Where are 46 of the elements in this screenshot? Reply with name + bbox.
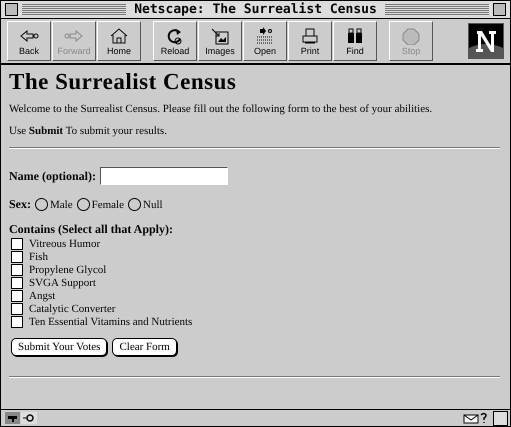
checkbox[interactable] [11, 316, 23, 328]
radio-button[interactable] [76, 198, 90, 211]
radio-label: Female [92, 198, 124, 210]
toolbar-button[interactable]: Reload [153, 21, 197, 61]
checkbox-label: SVGA Support [29, 276, 96, 288]
checkbox[interactable] [11, 264, 23, 276]
contains-label: Contains (Select all that Apply): [9, 222, 174, 237]
clear-button[interactable]: Clear Form [112, 338, 177, 356]
toolbar-button[interactable]: Images [198, 21, 242, 61]
mail-icon [463, 412, 489, 424]
netscape-logo-icon [468, 23, 504, 59]
checkbox-label: Catalytic Converter [29, 302, 116, 314]
zoom-box[interactable] [493, 3, 506, 16]
house-icon [108, 26, 130, 44]
checkbox-label: Angst [29, 290, 56, 302]
radio-button[interactable] [35, 198, 48, 211]
toolbar-button[interactable]: Open [243, 21, 287, 61]
page-heading: The Surrealist Census [9, 69, 238, 95]
checkbox[interactable] [11, 302, 23, 314]
checkbox-label: Ten Essential Vitamins and Nutrients [29, 316, 192, 328]
images-icon [209, 26, 231, 44]
intro-text: Welcome to the Surrealist Census. Please fill out the following form to the best of your abilities. [9, 103, 434, 115]
instruction-text: Use Submit To submit your results. [9, 125, 168, 137]
name-label: Name (optional): [9, 168, 96, 184]
submit-button[interactable]: Submit Your Votes [11, 338, 108, 356]
radio-button[interactable] [128, 198, 141, 211]
toolbar-button[interactable]: Home [97, 21, 141, 61]
toolbar-button[interactable]: Find [333, 21, 377, 61]
stop-sign-icon [400, 26, 422, 44]
radio-label: Null [143, 198, 163, 210]
checkbox[interactable] [11, 250, 23, 262]
window-title: Netscape: The Surrealist Census [133, 2, 378, 17]
checkbox[interactable] [11, 290, 23, 302]
resize-box[interactable] [493, 410, 508, 426]
radio-label: Male [50, 198, 73, 210]
checkbox-label: Vitreous Humor [29, 238, 100, 250]
close-box[interactable] [5, 3, 18, 16]
checkbox-label: Fish [29, 250, 48, 262]
checkbox-label: Propylene Glycol [29, 264, 106, 276]
name-input-field[interactable] [100, 167, 228, 185]
toolbar-button[interactable]: Print [288, 21, 332, 61]
toolbar-button[interactable]: Back [7, 21, 51, 61]
checkbox[interactable] [11, 276, 23, 288]
security-key-icon [5, 412, 37, 424]
sex-label: Sex: [9, 197, 31, 212]
checkbox[interactable] [11, 238, 23, 250]
